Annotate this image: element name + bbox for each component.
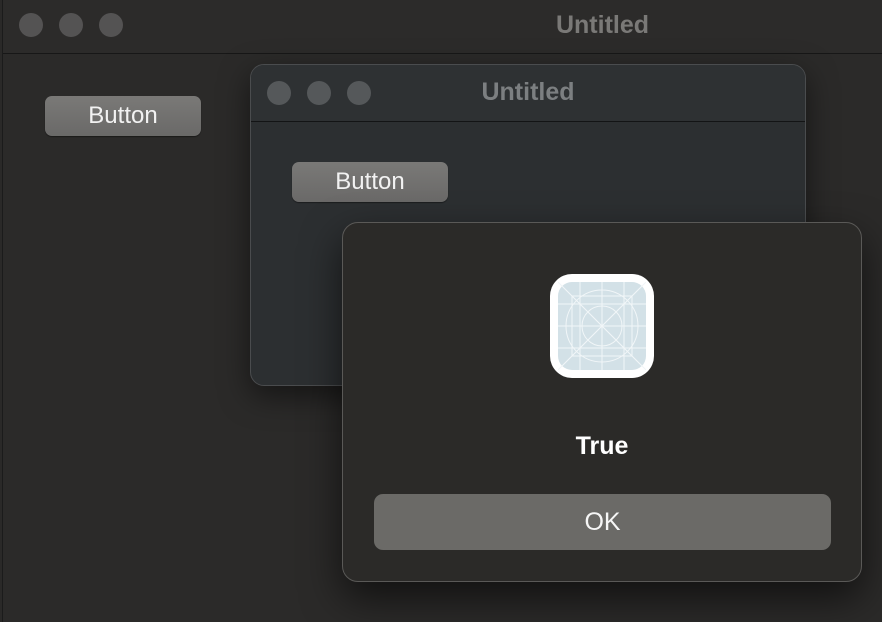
ok-button[interactable]: OK xyxy=(374,494,831,550)
main-window-titlebar[interactable]: Untitled xyxy=(3,0,882,54)
app-placeholder-icon xyxy=(550,274,654,378)
second-window-titlebar[interactable]: Untitled xyxy=(251,65,805,122)
main-window-title: Untitled xyxy=(555,11,650,39)
main-window-button[interactable]: Button xyxy=(45,96,201,136)
second-window-title: Untitled xyxy=(481,78,575,106)
alert-message: True xyxy=(575,432,629,460)
alert-dialog: True OK xyxy=(342,222,862,582)
second-window-button[interactable]: Button xyxy=(292,162,448,202)
